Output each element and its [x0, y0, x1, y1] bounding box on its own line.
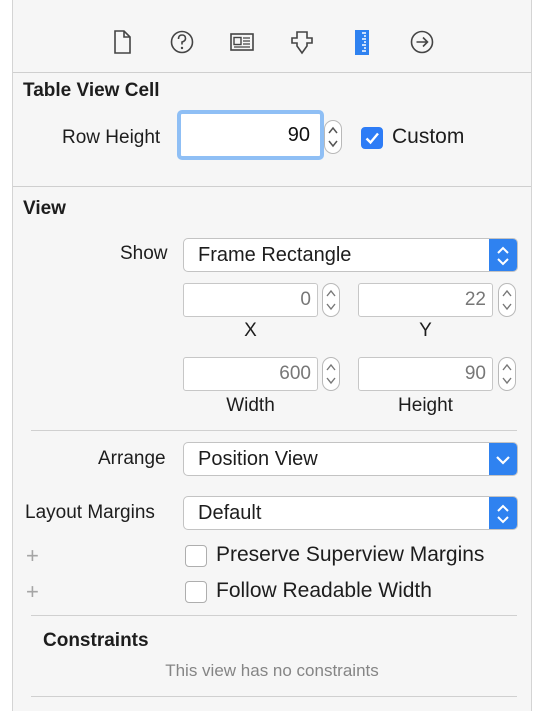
divider	[31, 430, 517, 431]
height-stepper[interactable]	[498, 357, 516, 391]
row-height-focus-ring: 90	[177, 110, 324, 160]
show-popup-value: Frame Rectangle	[198, 244, 352, 266]
divider	[31, 615, 517, 616]
table-view-cell-title: Table View Cell	[23, 80, 160, 101]
height-label: Height	[398, 395, 453, 416]
follow-readable-width-checkbox[interactable]	[185, 581, 207, 603]
preserve-superview-margins-label: Preserve Superview Margins	[216, 543, 485, 566]
show-label: Show	[120, 243, 168, 264]
y-field[interactable]: 22	[358, 283, 493, 317]
plus-icon[interactable]: +	[26, 543, 39, 569]
width-field[interactable]: 600	[183, 357, 318, 391]
identity-icon[interactable]	[229, 28, 255, 56]
arrange-popup-value: Position View	[198, 448, 318, 470]
layout-margins-label: Layout Margins	[25, 502, 155, 523]
y-label: Y	[419, 320, 432, 341]
row-height-field[interactable]: 90	[181, 114, 320, 156]
x-label: X	[244, 320, 257, 341]
view-title: View	[23, 198, 66, 219]
y-stepper[interactable]	[498, 283, 516, 317]
help-icon[interactable]	[169, 28, 195, 56]
width-stepper[interactable]	[322, 357, 340, 391]
up-down-chevron-icon	[489, 239, 517, 271]
file-icon[interactable]	[109, 28, 135, 56]
layout-margins-popup[interactable]: Default	[183, 496, 518, 530]
arrange-label: Arrange	[98, 448, 166, 469]
preserve-superview-margins-checkbox[interactable]	[185, 545, 207, 567]
follow-readable-width-label: Follow Readable Width	[216, 579, 432, 602]
height-field[interactable]: 90	[358, 357, 493, 391]
x-field[interactable]: 0	[183, 283, 318, 317]
constraints-title: Constraints	[43, 630, 149, 651]
up-down-chevron-icon	[489, 497, 517, 529]
connections-icon[interactable]	[409, 28, 435, 56]
custom-checkbox[interactable]	[361, 127, 383, 149]
constraints-empty-text: This view has no constraints	[165, 661, 379, 680]
inspector-toolbar	[13, 0, 531, 73]
chevron-down-icon	[489, 443, 517, 475]
section-divider	[13, 186, 531, 187]
x-stepper[interactable]	[322, 283, 340, 317]
width-label: Width	[226, 395, 275, 416]
row-height-label: Row Height	[62, 127, 161, 148]
arrange-popup[interactable]: Position View	[183, 442, 518, 476]
divider	[31, 696, 517, 697]
show-popup[interactable]: Frame Rectangle	[183, 238, 518, 272]
layout-margins-popup-value: Default	[198, 502, 262, 524]
plus-icon[interactable]: +	[26, 579, 39, 605]
row-height-stepper[interactable]	[324, 120, 342, 154]
attributes-icon[interactable]	[289, 28, 315, 56]
size-inspector-panel: Table View Cell Row Height 90 Custom Vie…	[12, 0, 532, 711]
size-icon[interactable]	[349, 28, 375, 56]
custom-label: Custom	[392, 125, 465, 148]
